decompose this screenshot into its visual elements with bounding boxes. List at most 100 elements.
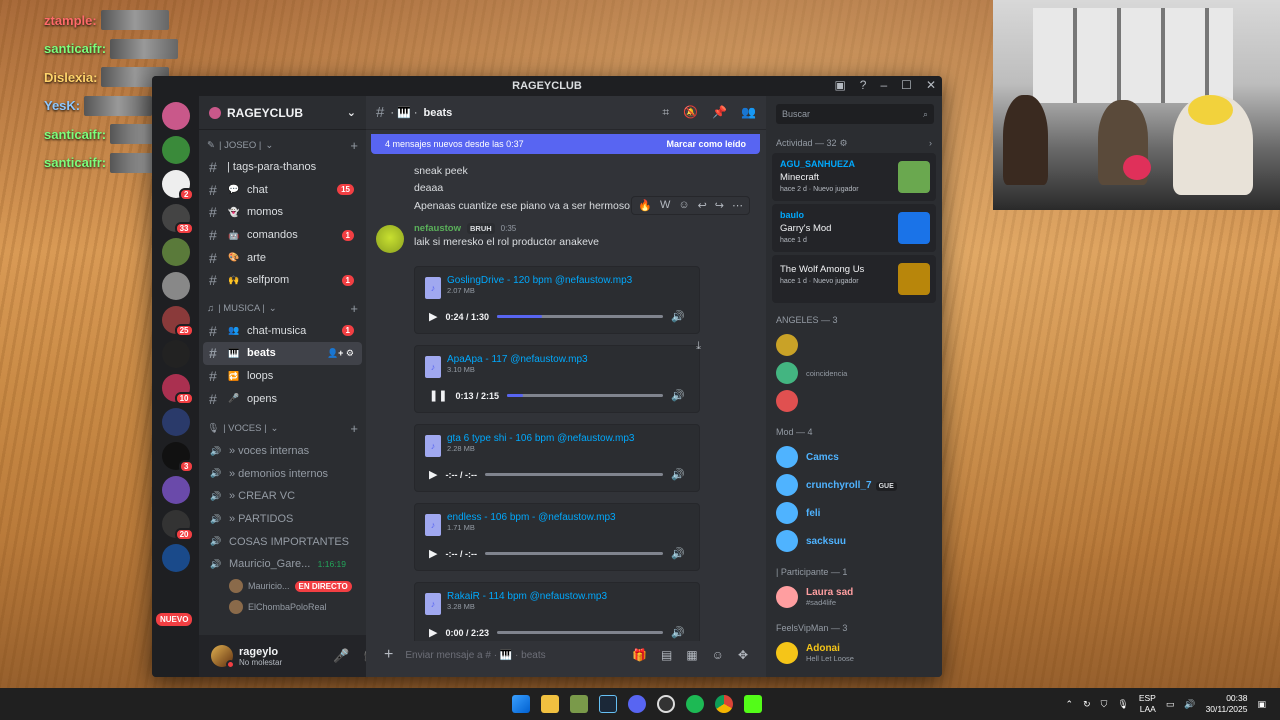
audio-file-name[interactable]: RakaiR - 114 bpm @nefaustow.mp3 [447, 591, 689, 602]
discord-icon[interactable] [628, 695, 646, 713]
app-icon[interactable] [570, 695, 588, 713]
channel-settings-icon[interactable]: 👤+ ⚙ [327, 348, 354, 359]
category-voces[interactable]: 🎙 | VOCES | ⌄ + [199, 418, 366, 440]
mark-read-button[interactable]: Marcar como leído [666, 139, 746, 149]
member-item[interactable]: coincidencia [766, 359, 942, 387]
audio-file-name[interactable]: ApaApa - 117 @nefaustow.mp3 [447, 354, 689, 365]
mic-icon[interactable]: 🎤 [333, 648, 349, 664]
shield-icon[interactable]: ⛉ [1101, 699, 1108, 710]
member-item[interactable]: feli [766, 499, 942, 527]
add-channel-icon[interactable]: + [350, 301, 358, 316]
emoji-icon[interactable]: ☺ [712, 648, 724, 662]
maximize-button[interactable]: ☐ [901, 78, 912, 92]
gift-icon[interactable]: 🎁 [632, 648, 647, 662]
channel-chat-musica[interactable]: # 👥 chat-musica 1 [203, 320, 362, 343]
forward-icon[interactable]: ↪ [715, 199, 724, 212]
kick-icon[interactable] [744, 695, 762, 713]
search-input[interactable]: Buscar ⌕ [776, 104, 934, 124]
volume-icon[interactable]: 🔊 [671, 389, 685, 402]
clock[interactable]: 00:38 30/11/2025 [1206, 693, 1248, 715]
activity-card[interactable]: baulo Garry's Mod hace 1 d [772, 204, 936, 252]
avatar[interactable] [211, 645, 235, 669]
close-button[interactable]: ✕ [926, 78, 936, 92]
add-channel-icon[interactable]: + [350, 138, 358, 153]
server-header[interactable]: RAGEYCLUB ⌄ [199, 96, 366, 130]
network-icon[interactable]: ▭ [1166, 699, 1175, 710]
activity-card[interactable]: The Wolf Among Us hace 1 d · Nuevo jugado… [772, 255, 936, 303]
channel-opens[interactable]: # 🎤 opens [203, 387, 362, 410]
download-icon[interactable]: ⤓ [696, 340, 701, 353]
threads-icon[interactable]: ⌗ [662, 105, 669, 120]
chevron-up-icon[interactable]: ⌃ [1066, 699, 1074, 710]
volume-icon[interactable]: 🔊 [671, 468, 685, 481]
new-messages-bar[interactable]: 4 mensajes nuevos desde las 0:37 Marcar … [371, 134, 760, 154]
voice-user[interactable]: Mauricio... EN DIRECTO [199, 576, 366, 597]
server-icon[interactable] [161, 238, 190, 266]
obs-icon[interactable] [657, 695, 675, 713]
emoji-icon[interactable]: ☺ [678, 199, 689, 212]
audio-progress-bar[interactable] [506, 394, 664, 397]
steam-icon[interactable] [599, 695, 617, 713]
add-attachment-icon[interactable]: + [384, 646, 393, 664]
folder-icon[interactable] [541, 695, 559, 713]
server-icon[interactable]: 2 [161, 170, 194, 201]
gif-icon[interactable]: ▤ [661, 648, 672, 662]
member-item[interactable]: Laura sad #sad4life [766, 583, 942, 611]
server-icon[interactable]: 3 [161, 442, 194, 473]
channel-chat[interactable]: # 💬 chat 15 [203, 179, 362, 202]
play-icon[interactable]: ▶ [429, 626, 437, 639]
voice-channel[interactable]: 🔊 COSAS IMPORTANTES [203, 530, 362, 553]
member-item[interactable] [766, 331, 942, 359]
channel-arte[interactable]: # 🎨 arte [203, 246, 362, 269]
activity-header[interactable]: Actividad — 32 ⚙ › [776, 138, 932, 149]
add-channel-icon[interactable]: + [350, 421, 358, 436]
pause-icon[interactable]: ❚❚ [429, 389, 447, 402]
more-icon[interactable]: ⋯ [732, 199, 743, 212]
spotify-icon[interactable] [686, 695, 704, 713]
message-author[interactable]: nefaustow [414, 223, 461, 234]
member-item[interactable]: crunchyroll_7 GUE [766, 471, 942, 499]
audio-progress-bar[interactable] [484, 473, 664, 476]
channel-comandos[interactable]: # 🤖 comandos 1 [203, 224, 362, 247]
audio-file-name[interactable]: endless - 106 bpm - @nefaustow.mp3 [447, 512, 689, 523]
member-item[interactable]: Adonai Hell Let Loose [766, 639, 942, 667]
server-icon[interactable]: 25 [161, 306, 194, 337]
play-icon[interactable]: ▶ [429, 468, 437, 481]
audio-progress-bar[interactable] [497, 631, 664, 634]
play-icon[interactable]: ▶ [429, 547, 437, 560]
notification-icon[interactable]: ▣ [1257, 699, 1266, 710]
volume-icon[interactable]: 🔊 [671, 310, 685, 323]
chrome-icon[interactable] [715, 695, 733, 713]
reply-icon[interactable]: ↩ [698, 199, 707, 212]
server-icon[interactable] [161, 408, 190, 436]
activity-card[interactable]: AGU_SANHUEZA Minecraft hace 2 d · Nuevo ju… [772, 153, 936, 201]
volume-icon[interactable]: 🔊 [1184, 699, 1195, 710]
audio-file-name[interactable]: gta 6 type shi - 106 bpm @nefaustow.mp3 [447, 433, 689, 444]
voice-channel[interactable]: 🔊 Mauricio_Gare... 1:16:19 [203, 553, 362, 576]
server-icon[interactable] [161, 136, 190, 164]
audio-progress-bar[interactable] [497, 315, 664, 318]
member-item[interactable]: sacksuu [766, 527, 942, 555]
help-icon[interactable]: ? [860, 78, 867, 92]
mic-icon[interactable]: 🎙 [1117, 699, 1128, 710]
inbox-icon[interactable]: ▣ [834, 78, 845, 92]
windows-start-icon[interactable] [512, 695, 530, 713]
play-icon[interactable]: ▶ [429, 310, 437, 323]
channel-loops[interactable]: # 🔁 loops [203, 365, 362, 388]
server-icon[interactable]: 33 [161, 204, 194, 235]
volume-icon[interactable]: 🔊 [671, 547, 685, 560]
voice-channel[interactable]: 🔊 » demonios internos [203, 463, 362, 486]
sticker-icon[interactable]: ▦ [686, 648, 697, 662]
channel-tags-para-thanos[interactable]: # | tags-para-thanos [203, 156, 362, 179]
voice-channel[interactable]: 🔊 » voces internas [203, 440, 362, 463]
audio-file-name[interactable]: GoslingDrive - 120 bpm @nefaustow.mp3 [447, 275, 689, 286]
server-icon[interactable] [161, 102, 190, 130]
mute-icon[interactable]: 🔕 [683, 105, 698, 120]
voice-channel[interactable]: 🔊 » PARTIDOS [203, 508, 362, 531]
keyboard-layout[interactable]: ESP LAA [1139, 693, 1156, 715]
server-icon[interactable] [161, 544, 190, 572]
member-item[interactable] [766, 387, 942, 415]
audio-progress-bar[interactable] [484, 552, 664, 555]
member-item[interactable]: Camcs [766, 443, 942, 471]
pin-icon[interactable]: 📌 [712, 105, 727, 120]
